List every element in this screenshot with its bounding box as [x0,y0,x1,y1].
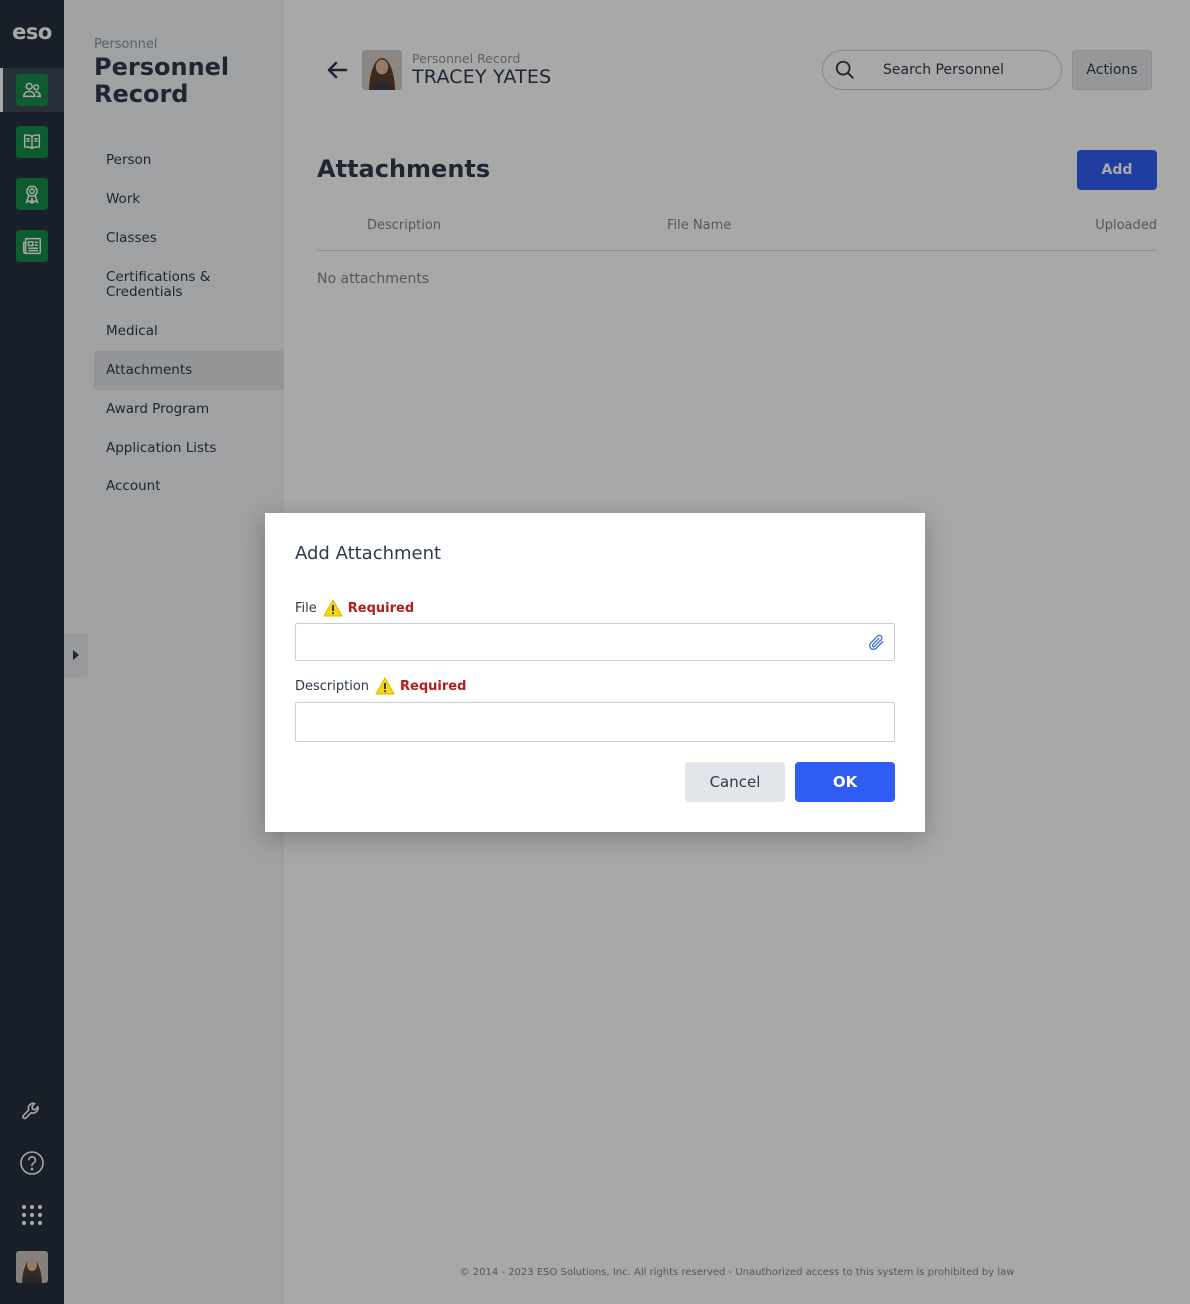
file-picker-field[interactable] [295,623,895,661]
description-input[interactable] [296,703,894,741]
warning-icon [323,599,343,617]
description-field-label: Description Required [295,677,466,695]
paperclip-icon[interactable] [866,633,886,653]
description-label-text: Description [295,678,370,694]
file-field-label: File Required [295,599,414,617]
ok-button[interactable]: OK [795,762,895,802]
file-required-text: Required [347,600,415,616]
file-input[interactable] [296,624,894,660]
cancel-button[interactable]: Cancel [685,762,785,802]
add-attachment-dialog: Add Attachment File Required Description… [265,513,925,832]
description-required-text: Required [400,678,467,694]
dialog-title: Add Attachment [295,543,442,564]
warning-icon [375,677,395,695]
description-field[interactable] [295,702,895,742]
file-label-text: File [295,600,317,616]
